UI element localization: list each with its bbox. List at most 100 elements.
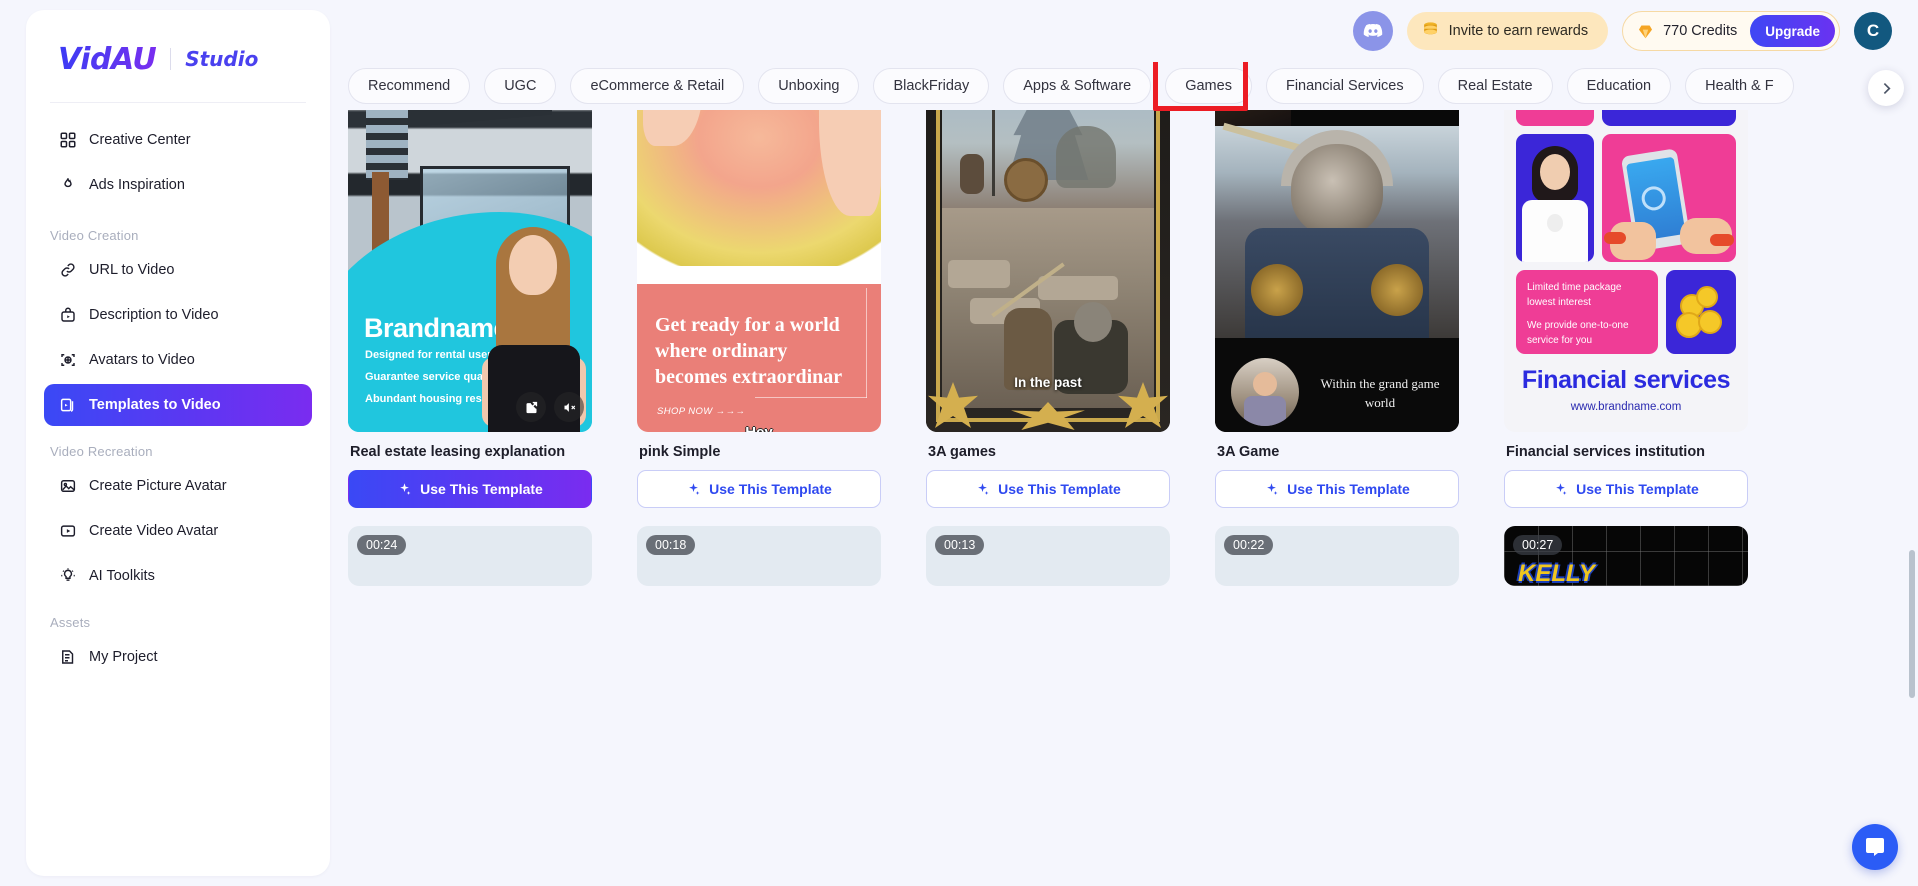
tab-real-estate[interactable]: Real Estate bbox=[1437, 68, 1553, 104]
thumb-title: Financial services bbox=[1521, 366, 1731, 394]
thumb-caption: Within the grand game world bbox=[1320, 376, 1440, 410]
sidebar-item-templates-to-video[interactable]: Templates to Video bbox=[44, 384, 312, 426]
credits-label: 770 Credits bbox=[1663, 23, 1738, 39]
share-icon[interactable] bbox=[516, 392, 546, 422]
upgrade-button[interactable]: Upgrade bbox=[1750, 15, 1835, 47]
document-icon bbox=[58, 648, 77, 667]
page-scrollbar[interactable] bbox=[1909, 550, 1915, 698]
sidebar-item-url-to-video[interactable]: URL to Video bbox=[44, 249, 312, 291]
sidebar-group-video-creation: Video Creation bbox=[50, 228, 139, 243]
sidebar-divider bbox=[50, 102, 306, 103]
thumb-headline: Get ready for a world where ordinary bec… bbox=[655, 314, 843, 388]
sparkle-icon bbox=[1556, 482, 1567, 495]
tab-unboxing[interactable]: Unboxing bbox=[758, 68, 860, 104]
sidebar-item-label: AI Toolkits bbox=[89, 568, 155, 584]
tab-games[interactable]: Games bbox=[1153, 55, 1252, 111]
brand-product: Studio bbox=[185, 47, 259, 71]
sparkle-icon bbox=[1267, 482, 1278, 495]
template-card-partial-bottom[interactable]: 00:24 bbox=[348, 526, 592, 586]
avatar[interactable]: C bbox=[1854, 12, 1892, 50]
duration-badge: 00:24 bbox=[357, 535, 407, 555]
template-card-partial-bottom[interactable]: KELLY 00:27 bbox=[1504, 526, 1748, 586]
thumb-note-line: Limited time package lowest interest bbox=[1527, 282, 1622, 308]
top-header: Invite to earn rewards 770 Credits Upgra… bbox=[340, 0, 1918, 62]
mute-icon[interactable] bbox=[554, 392, 584, 422]
sidebar-item-create-picture-avatar[interactable]: Create Picture Avatar bbox=[44, 465, 312, 507]
picture-icon bbox=[58, 477, 77, 496]
thumb-art-armor-disc bbox=[1251, 264, 1303, 316]
use-template-label: Use This Template bbox=[1287, 481, 1410, 497]
sidebar-item-label: Create Picture Avatar bbox=[89, 478, 227, 494]
template-thumbnail[interactable]: 00:22 bbox=[1215, 526, 1459, 586]
use-template-button[interactable]: Use This Template bbox=[1504, 470, 1748, 508]
tab-education[interactable]: Education bbox=[1566, 68, 1672, 104]
invite-to-earn-rewards-button[interactable]: Invite to earn rewards bbox=[1406, 12, 1609, 50]
tab-recommend[interactable]: Recommend bbox=[348, 68, 471, 104]
template-thumbnail[interactable]: KELLY 00:27 bbox=[1504, 526, 1748, 586]
thumb-subtitle: In the past bbox=[1014, 375, 1082, 390]
template-title: Real estate leasing explanation bbox=[350, 444, 566, 460]
sidebar-item-avatars-to-video[interactable]: Avatars to Video bbox=[44, 339, 312, 381]
sidebar-container: VidAU Studio Creative Center Ads Inspira… bbox=[0, 0, 340, 886]
credits-button[interactable]: 770 Credits Upgrade bbox=[1622, 11, 1840, 51]
app-root: VidAU Studio Creative Center Ads Inspira… bbox=[0, 0, 1918, 886]
duration-badge: 00:27 bbox=[1513, 535, 1563, 555]
thumb-note: Limited time package lowest interest We … bbox=[1516, 270, 1658, 354]
use-template-button[interactable]: Use This Template bbox=[926, 470, 1170, 508]
link-icon bbox=[58, 261, 77, 280]
duration-badge: 00:22 bbox=[1224, 535, 1274, 555]
tab-ecommerce-retail[interactable]: eCommerce & Retail bbox=[570, 68, 745, 104]
duration-badge: 00:13 bbox=[935, 535, 985, 555]
sidebar-item-ads-inspiration[interactable]: Ads Inspiration bbox=[44, 164, 312, 206]
tab-blackfriday[interactable]: BlackFriday bbox=[873, 68, 990, 104]
chevron-right-icon bbox=[1883, 82, 1891, 94]
template-title: 3A games bbox=[928, 444, 996, 460]
duration-badge: 00:18 bbox=[646, 535, 696, 555]
sidebar-item-label: Avatars to Video bbox=[89, 352, 195, 368]
template-thumbnail[interactable]: 00:13 bbox=[926, 526, 1170, 586]
template-title: Financial services institution bbox=[1506, 444, 1706, 460]
template-title: 3A Game bbox=[1217, 444, 1280, 460]
templates-scroll-area[interactable]: Use This Template Use This Template Use … bbox=[340, 0, 1918, 886]
thumb-art-coins bbox=[1666, 270, 1736, 354]
invite-label: Invite to earn rewards bbox=[1448, 23, 1589, 39]
tab-apps-software[interactable]: Apps & Software bbox=[1003, 68, 1152, 104]
tabs-scroll-next-button[interactable] bbox=[1868, 70, 1904, 106]
tab-health-fitness[interactable]: Health & F bbox=[1685, 68, 1794, 104]
discord-icon[interactable] bbox=[1352, 11, 1393, 51]
sparkle-icon bbox=[400, 482, 411, 495]
tab-financial-services[interactable]: Financial Services bbox=[1265, 68, 1424, 104]
use-template-button[interactable]: Use This Template bbox=[637, 470, 881, 508]
thumb-art-text: KELLY bbox=[1518, 560, 1595, 586]
sidebar-item-create-video-avatar[interactable]: Create Video Avatar bbox=[44, 510, 312, 552]
sidebar: VidAU Studio Creative Center Ads Inspira… bbox=[26, 10, 330, 876]
chat-bubble-icon[interactable] bbox=[1852, 824, 1898, 870]
template-card-partial-bottom[interactable]: 00:22 bbox=[1215, 526, 1459, 586]
template-thumbnail[interactable]: 00:18 bbox=[637, 526, 881, 586]
thumb-art-avatar bbox=[1231, 358, 1299, 426]
sidebar-item-my-project[interactable]: My Project bbox=[44, 636, 312, 678]
sidebar-item-ai-toolkits[interactable]: AI Toolkits bbox=[44, 555, 312, 597]
use-template-button[interactable]: Use This Template bbox=[1215, 470, 1459, 508]
template-card-partial-bottom[interactable]: 00:18 bbox=[637, 526, 881, 586]
thumb-art-armor-disc bbox=[1371, 264, 1423, 316]
sidebar-item-label: Create Video Avatar bbox=[89, 523, 219, 539]
thumb-url: www.brandname.com bbox=[1570, 401, 1682, 413]
template-card-partial-bottom[interactable]: 00:13 bbox=[926, 526, 1170, 586]
tab-ugc[interactable]: UGC bbox=[484, 68, 557, 104]
use-template-button[interactable]: Use This Template bbox=[348, 470, 592, 508]
use-template-label: Use This Template bbox=[998, 481, 1121, 497]
description-video-icon bbox=[58, 306, 77, 325]
template-thumbnail[interactable]: 00:24 bbox=[348, 526, 592, 586]
brand-logo[interactable]: VidAU Studio bbox=[44, 36, 312, 82]
sidebar-item-creative-center[interactable]: Creative Center bbox=[44, 119, 312, 161]
logo-divider bbox=[170, 48, 172, 70]
thumb-art-phone bbox=[1602, 134, 1736, 262]
templates-icon bbox=[58, 396, 77, 415]
thumb-art-rule-h bbox=[755, 397, 867, 398]
sidebar-item-description-to-video[interactable]: Description to Video bbox=[44, 294, 312, 336]
thumb-cta: SHOP NOW →→→ bbox=[657, 406, 746, 417]
use-template-label: Use This Template bbox=[709, 481, 832, 497]
sidebar-item-label: My Project bbox=[89, 649, 158, 665]
thumb-art-rule-v bbox=[866, 288, 867, 398]
